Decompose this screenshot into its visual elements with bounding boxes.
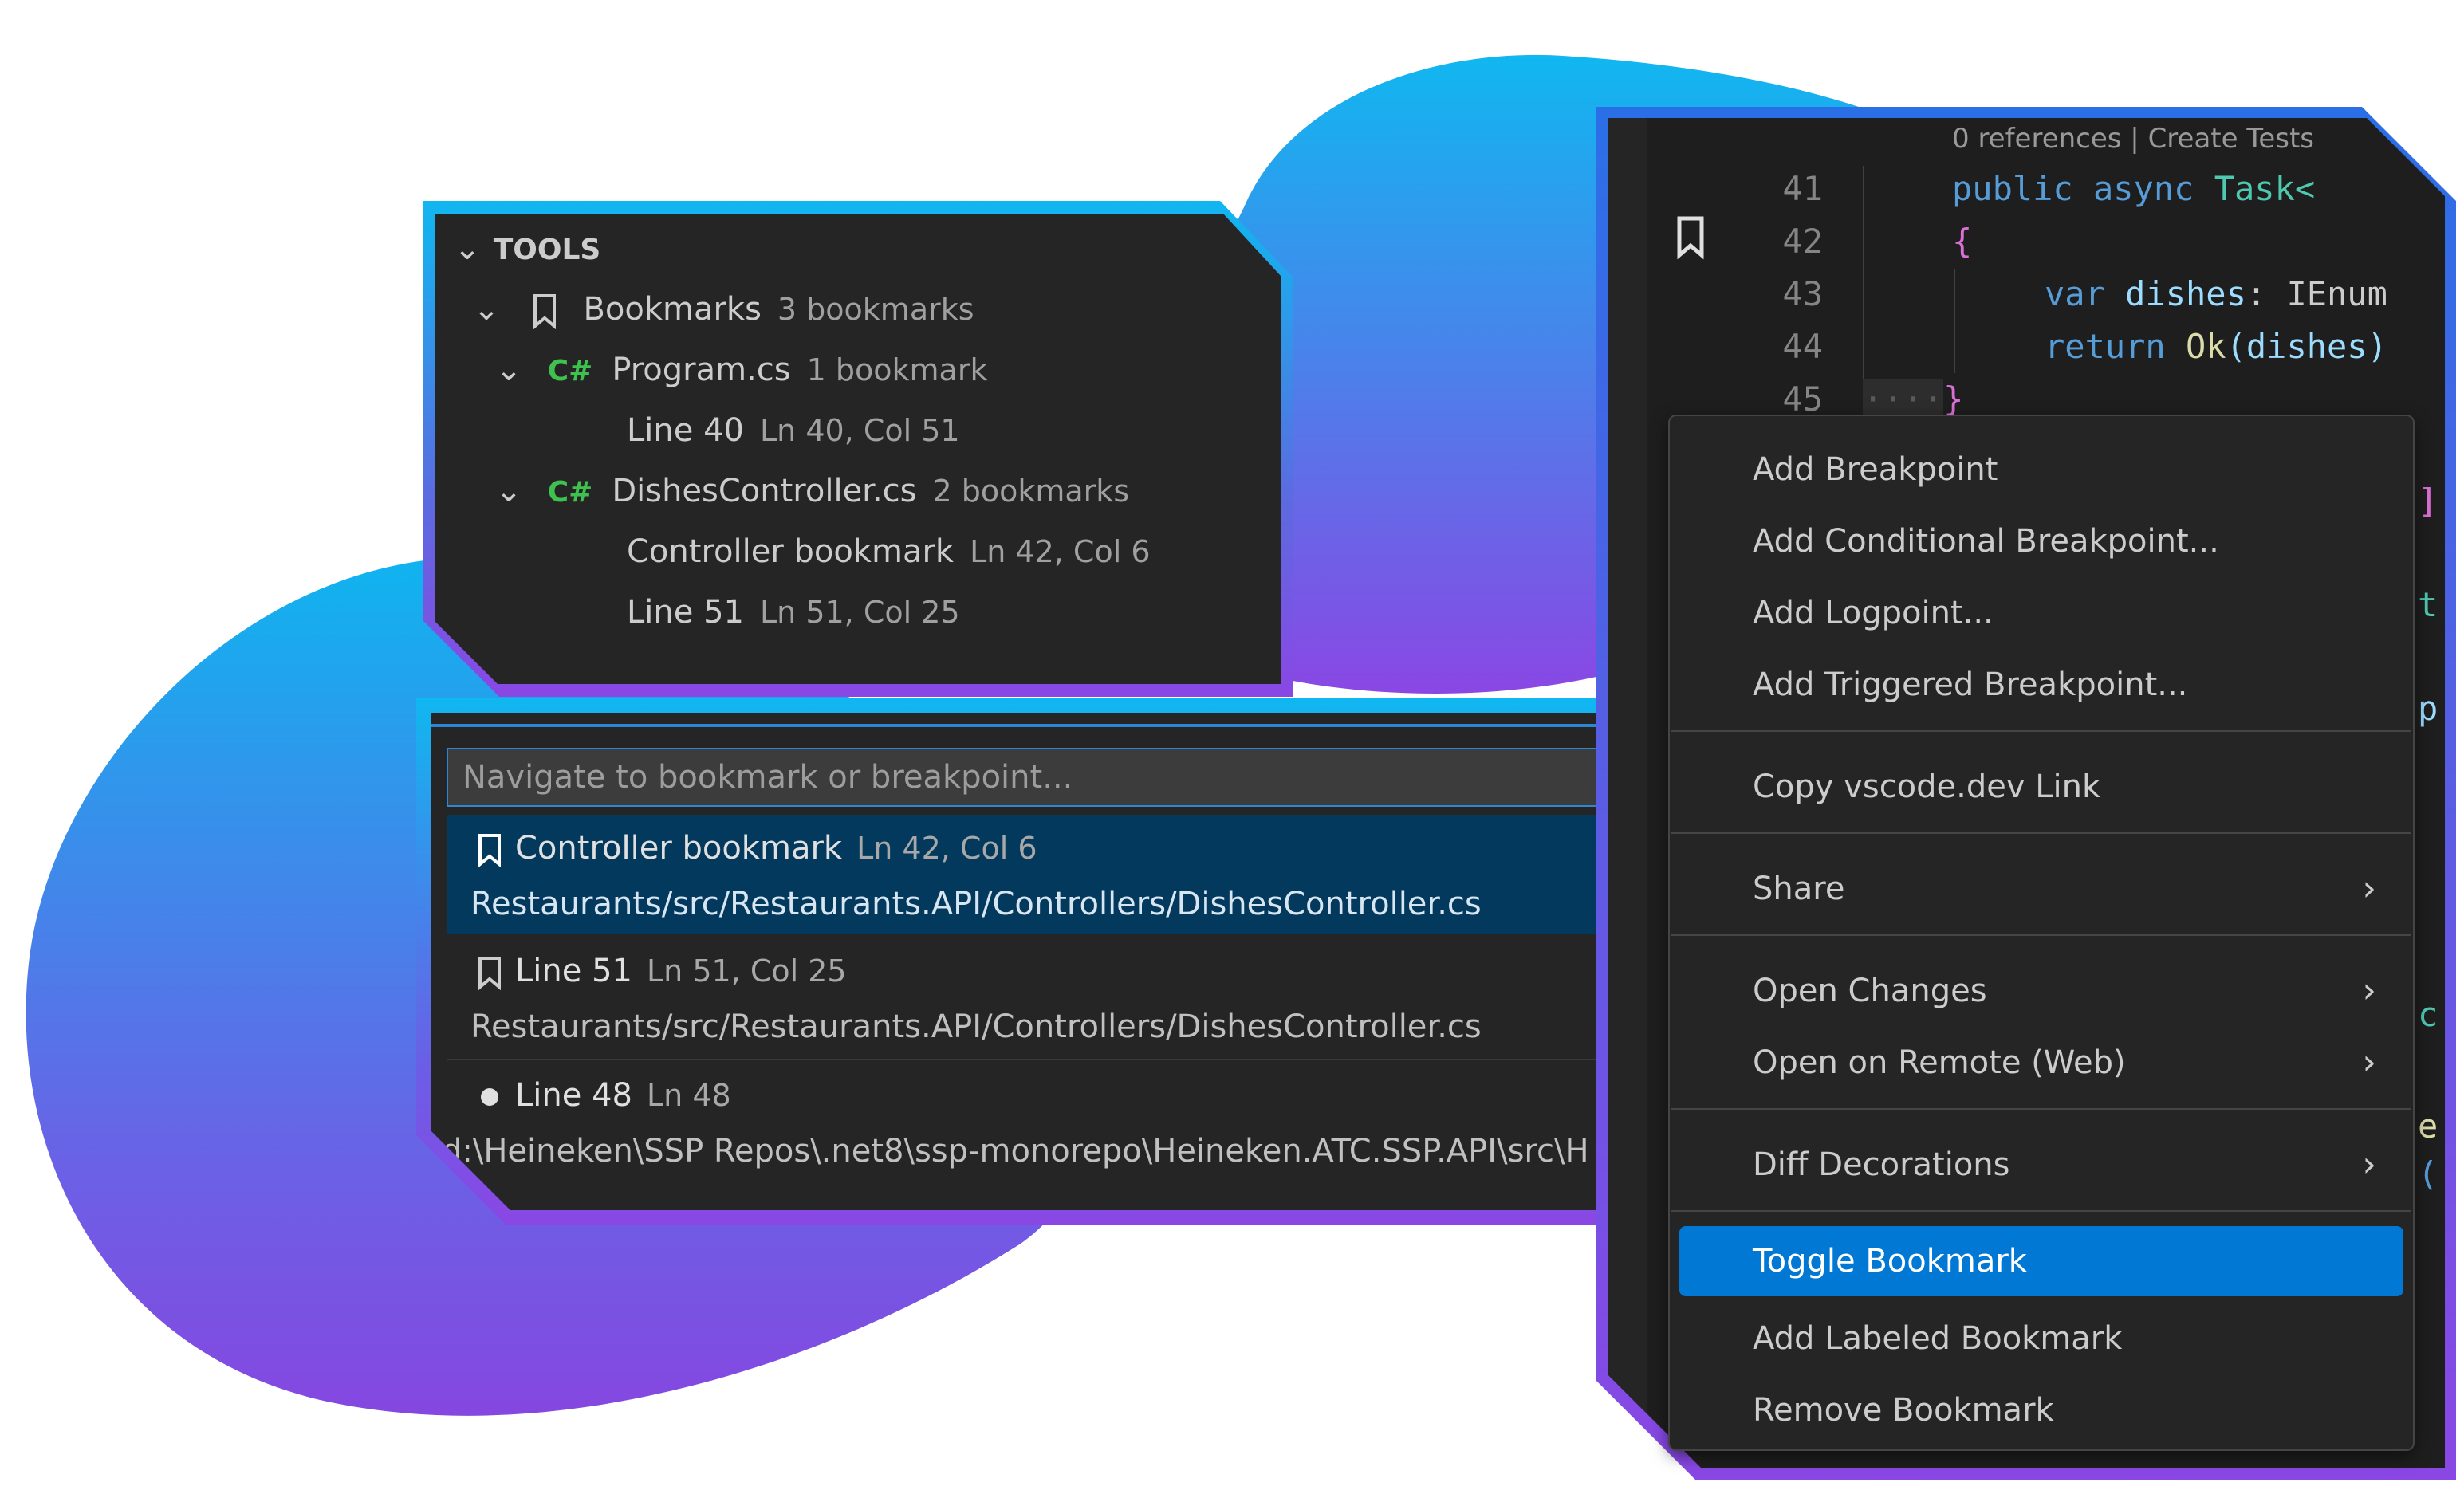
menu-item-share[interactable]: Share › <box>1679 856 2403 922</box>
quick-pick-item[interactable]: Line 51 Ln 51, Col 25 Restaurants/src/Res… <box>447 938 1636 1057</box>
divider <box>447 1059 1636 1060</box>
menu-item-add-triggered-breakpoint[interactable]: Add Triggered Breakpoint... <box>1679 652 2403 718</box>
line-number: 43 <box>1782 274 1823 313</box>
item-position: Ln 42, Col 6 <box>856 831 1037 866</box>
bookmarks-node[interactable]: ⌄ Bookmarks 3 bookmarks <box>470 279 974 340</box>
menu-item-add-conditional-breakpoint[interactable]: Add Conditional Breakpoint... <box>1679 509 2403 574</box>
activity-gutter <box>1608 118 1647 1468</box>
code-fragment: p <box>2418 689 2438 728</box>
line-number: 45 <box>1782 379 1823 419</box>
menu-item-add-logpoint[interactable]: Add Logpoint... <box>1679 580 2403 646</box>
code-line: return Ok(dishes) <box>2045 327 2387 366</box>
item-position: Ln 51, Col 25 <box>646 953 847 989</box>
code-line: public async Task< <box>1952 169 2316 208</box>
code-fragment: ( <box>2418 1154 2438 1193</box>
bookmark-entry[interactable]: Controller bookmark Ln 42, Col 6 <box>627 521 1151 582</box>
bookmark-entry[interactable]: Line 51 Ln 51, Col 25 <box>627 582 960 643</box>
menu-item-add-breakpoint[interactable]: Add Breakpoint <box>1679 437 2403 502</box>
menu-item-open-on-remote[interactable]: Open on Remote (Web) › <box>1679 1030 2403 1095</box>
menu-item-copy-vscode-link[interactable]: Copy vscode.dev Link <box>1679 754 2403 820</box>
line-number: 42 <box>1782 222 1823 261</box>
quick-pick-item[interactable]: Line 48 Ln 48 d:\Heineken\SSP Repos\.net8… <box>442 1062 1636 1181</box>
bookmark-entry[interactable]: Line 40 Ln 40, Col 51 <box>627 400 960 461</box>
code-line: var dishes: IEnum <box>2045 274 2387 313</box>
item-label: Controller bookmark <box>515 830 843 867</box>
bookmark-icon <box>478 834 501 868</box>
quick-pick-input[interactable]: Navigate to bookmark or breakpoint... <box>447 748 1636 807</box>
item-path: d:\Heineken\SSP Repos\.net8\ssp-monorepo… <box>442 1133 1589 1170</box>
menu-item-diff-decorations[interactable]: Diff Decorations › <box>1679 1132 2403 1197</box>
menu-item-remove-bookmark[interactable]: Remove Bookmark <box>1679 1378 2403 1443</box>
quick-pick-item[interactable]: Controller bookmark Ln 42, Col 6 Restaura… <box>447 815 1636 934</box>
breakpoint-dot-icon <box>481 1088 498 1106</box>
csharp-file-icon: C# <box>547 355 593 387</box>
chevron-down-icon: ⌄ <box>495 352 522 388</box>
chevron-down-icon: ⌄ <box>473 291 500 328</box>
chevron-right-icon: › <box>2362 1042 2376 1083</box>
csharp-file-icon: C# <box>547 476 593 509</box>
code-fragment: t <box>2418 585 2438 624</box>
code-line: ····} <box>1863 379 1964 419</box>
menu-item-toggle-bookmark[interactable]: Toggle Bookmark <box>1679 1226 2403 1296</box>
menu-separator <box>1671 934 2411 936</box>
quick-pick-panel: Navigate to bookmark or breakpoint... Co… <box>416 698 1636 1225</box>
menu-separator <box>1671 730 2411 732</box>
menu-item-add-labeled-bookmark[interactable]: Add Labeled Bookmark <box>1679 1306 2403 1371</box>
chevron-down-icon: ⌄ <box>454 230 481 267</box>
file-node-dishescontroller[interactable]: ⌄ C# DishesController.cs 2 bookmarks <box>493 461 1129 521</box>
menu-separator <box>1671 832 2411 834</box>
indent-guide <box>1954 269 1955 373</box>
menu-item-open-changes[interactable]: Open Changes › <box>1679 958 2403 1024</box>
chevron-right-icon: › <box>2362 1144 2376 1185</box>
item-path: Restaurants/src/Restaurants.API/Controll… <box>470 1008 1482 1045</box>
code-fragment: ] <box>2418 482 2438 521</box>
line-number: 41 <box>1782 169 1823 208</box>
menu-separator <box>1671 1108 2411 1110</box>
item-label: Line 51 <box>515 953 632 989</box>
bookmark-icon[interactable] <box>1673 215 1708 260</box>
item-label: Line 48 <box>515 1077 632 1114</box>
menu-separator <box>1671 1210 2411 1212</box>
bookmarks-tree-panel: ⌄ TOOLS ⌄ Bookmarks 3 bookmarks ⌄ C# Progr… <box>423 201 1293 697</box>
codelens[interactable]: 0 references | Create Tests <box>1952 123 2314 155</box>
code-fragment: e <box>2418 1107 2438 1146</box>
focus-line <box>431 724 1636 727</box>
file-node-program[interactable]: ⌄ C# Program.cs 1 bookmark <box>493 340 987 400</box>
chevron-down-icon: ⌄ <box>495 473 522 509</box>
bookmark-icon <box>478 957 501 991</box>
bookmarks-tree: ⌄ TOOLS ⌄ Bookmarks 3 bookmarks ⌄ C# Progr… <box>435 214 1281 684</box>
line-number: 44 <box>1782 327 1823 366</box>
chevron-right-icon: › <box>2362 970 2376 1011</box>
chevron-right-icon: › <box>2362 868 2376 909</box>
code-line: { <box>1952 222 1973 261</box>
context-menu: Add Breakpoint Add Conditional Breakpoin… <box>1668 415 2415 1451</box>
item-path: Restaurants/src/Restaurants.API/Controll… <box>470 886 1482 922</box>
code-fragment: c <box>2418 995 2438 1034</box>
tools-section-header[interactable]: ⌄ TOOLS <box>451 218 600 279</box>
bookmark-icon <box>533 294 556 330</box>
item-position: Ln 48 <box>646 1078 731 1113</box>
quick-pick: Navigate to bookmark or breakpoint... Co… <box>431 713 1636 1210</box>
